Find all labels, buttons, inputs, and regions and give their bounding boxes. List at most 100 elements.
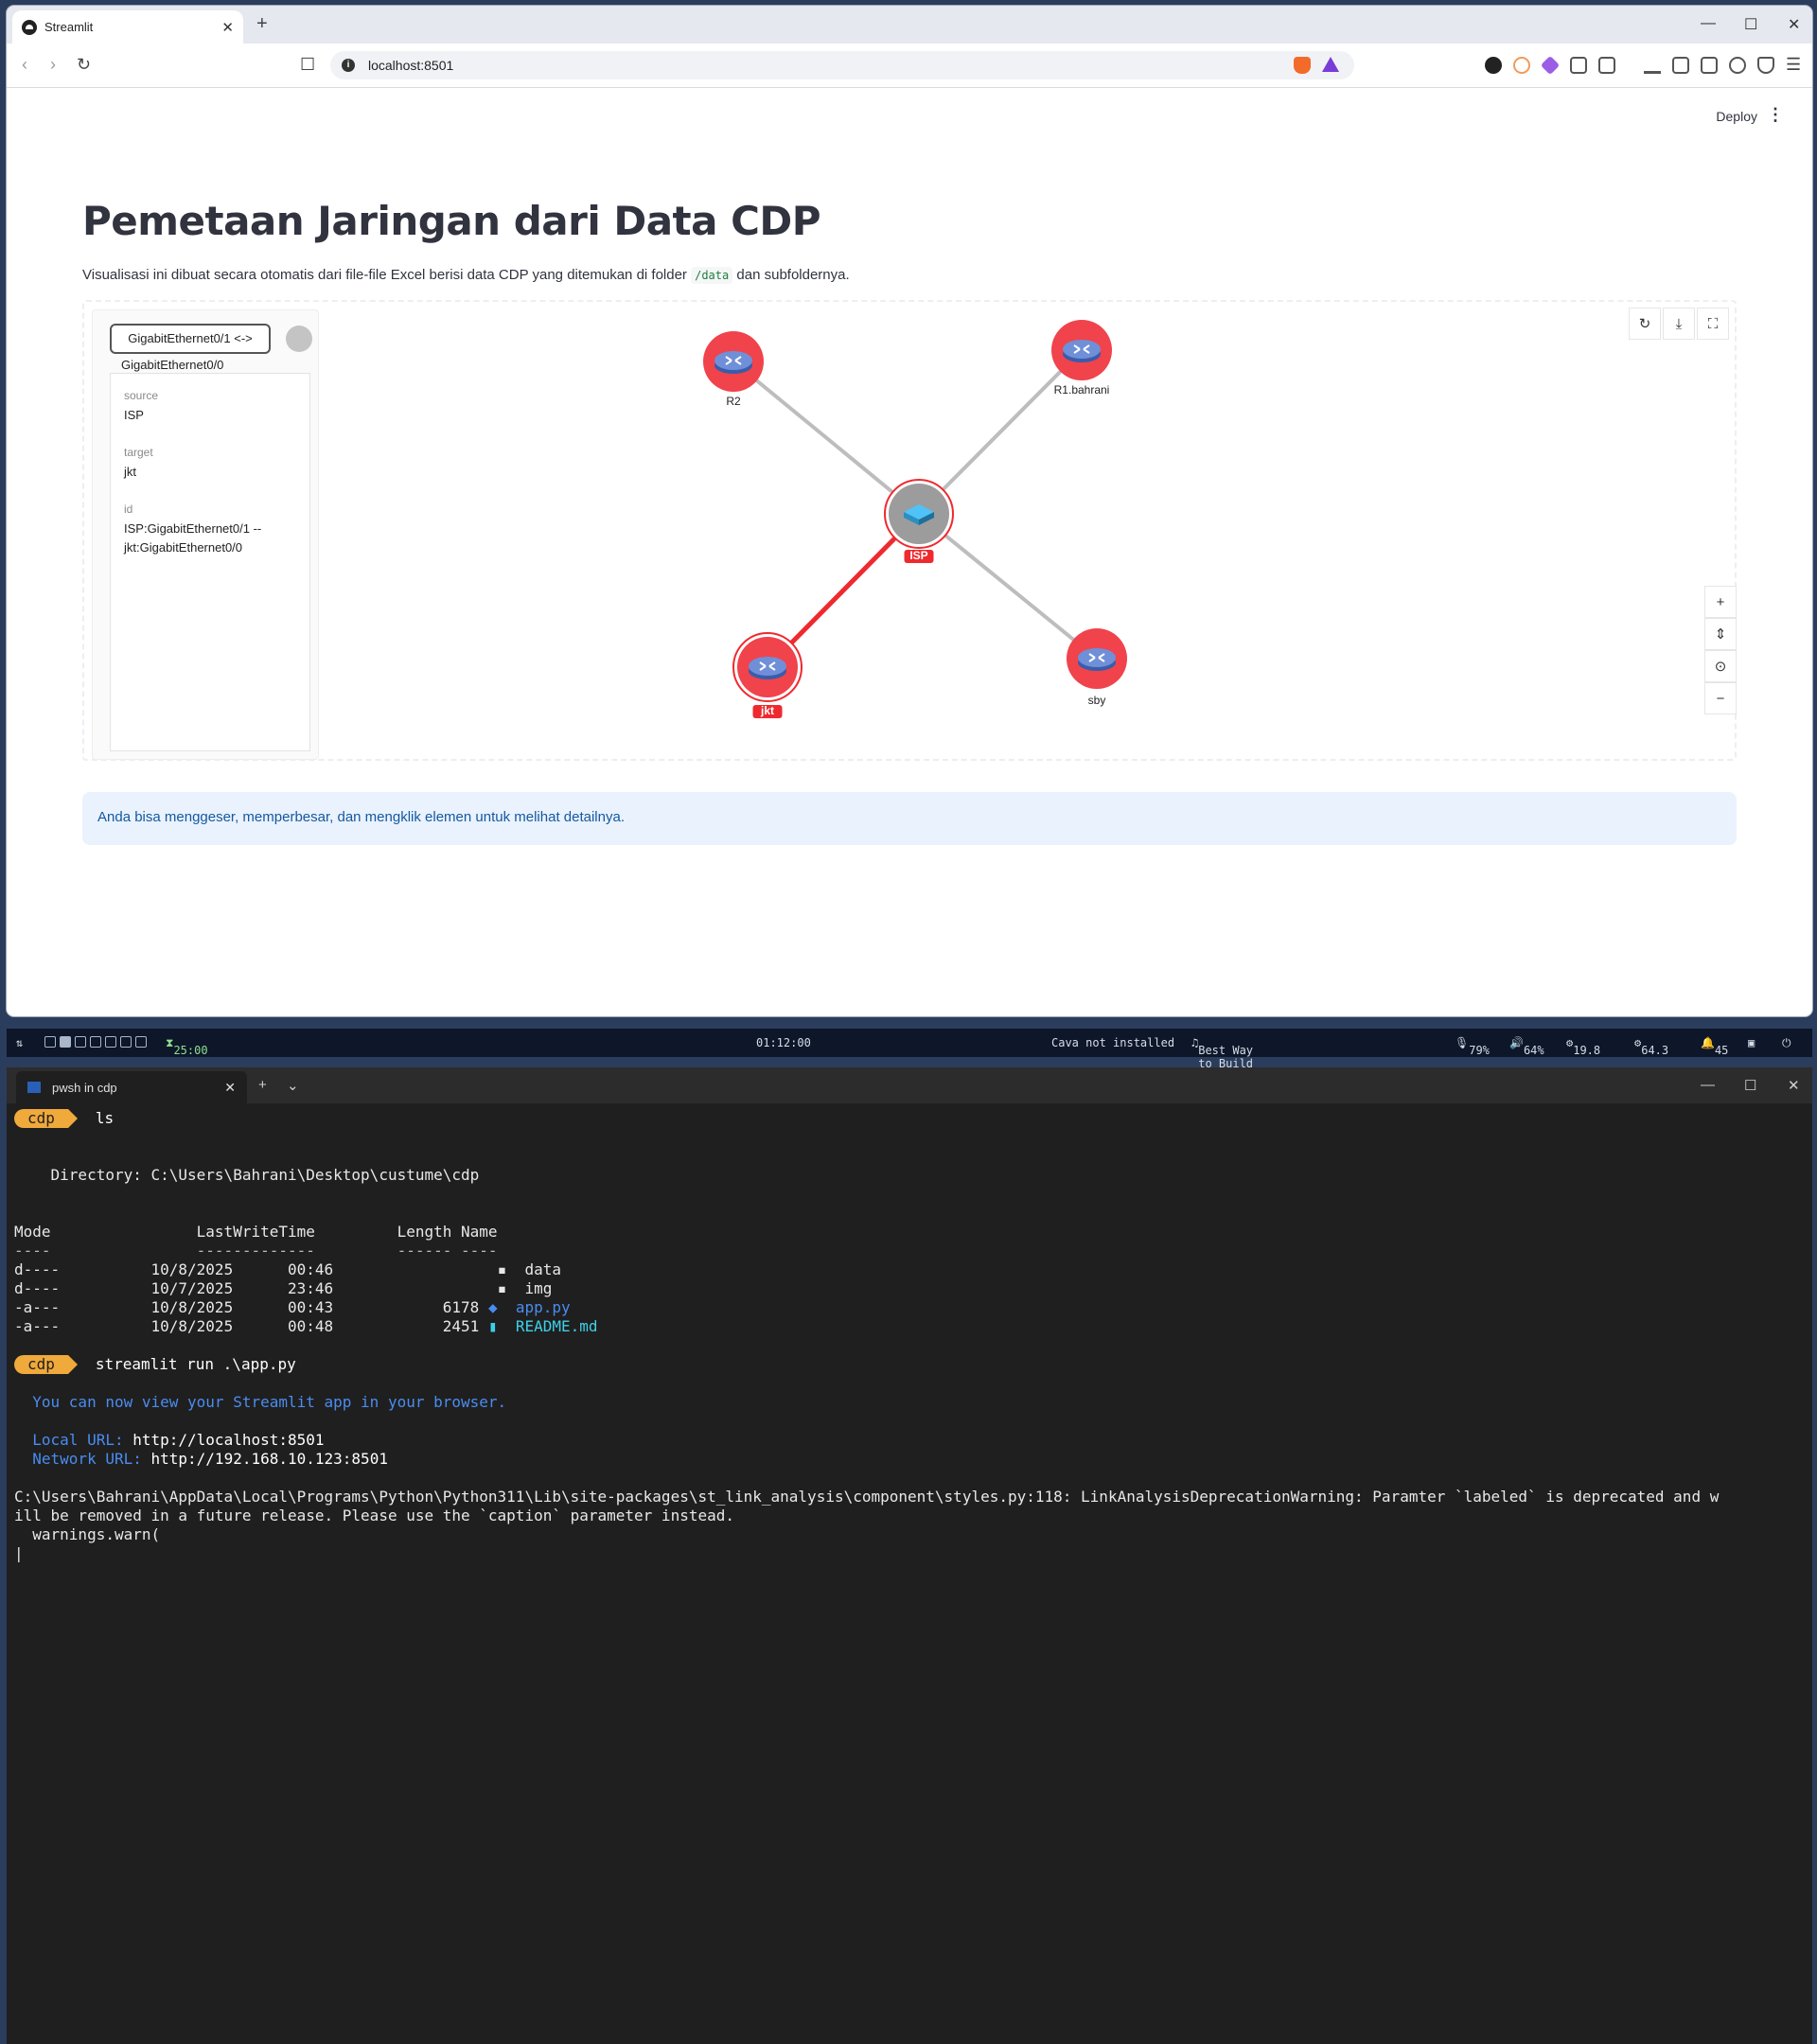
close-window-icon[interactable]: ✕	[1788, 15, 1800, 34]
download-icon[interactable]	[1644, 57, 1661, 74]
router-icon	[1063, 340, 1101, 359]
bookmark-icon[interactable]: ☐	[300, 55, 315, 75]
close-tab-icon[interactable]: ✕	[221, 19, 234, 36]
node-label: ISP	[909, 549, 927, 562]
reload-icon[interactable]: ↻	[77, 55, 91, 75]
brave-shield-icon[interactable]	[1294, 57, 1311, 74]
extension-icon[interactable]	[1598, 57, 1615, 74]
leo-ai-icon[interactable]	[1729, 57, 1746, 74]
local-url[interactable]: http://localhost:8501	[132, 1431, 324, 1449]
network-url-label: Network URL:	[14, 1450, 151, 1468]
extension-icon[interactable]	[1485, 57, 1502, 74]
maximize-icon[interactable]: ☐	[1744, 1077, 1756, 1094]
tab-dropdown-icon[interactable]: ⌄	[287, 1077, 299, 1094]
new-tab-button[interactable]: +	[256, 13, 268, 35]
layout-icon[interactable]: ⇅	[16, 1036, 23, 1049]
maximize-icon[interactable]: ☐	[1744, 15, 1757, 34]
browser-tabbar: Streamlit ✕ + — ☐ ✕	[7, 6, 1812, 44]
browser-tab[interactable]: Streamlit ✕	[12, 10, 243, 44]
forward-icon[interactable]: ›	[50, 55, 56, 75]
minimize-icon[interactable]: —	[1701, 15, 1716, 32]
minimize-icon[interactable]: —	[1701, 1077, 1715, 1093]
power-icon[interactable]: ⏻	[1782, 1036, 1791, 1050]
zoom-in-icon[interactable]: +	[1704, 586, 1737, 618]
menu-icon[interactable]: ☰	[1786, 55, 1801, 75]
close-tab-icon[interactable]: ✕	[224, 1080, 236, 1096]
selected-edge-chip-line2: GigabitEthernet0/0	[121, 358, 224, 372]
network-url[interactable]: http://192.168.10.123:8501	[151, 1450, 388, 1468]
main-menu-icon[interactable]: ⋮	[1767, 105, 1784, 125]
prompt-segment: cdp	[14, 1109, 78, 1128]
workspace-indicator[interactable]	[44, 1036, 56, 1048]
puzzle-icon[interactable]	[1570, 57, 1587, 74]
properties-list: source ISP target jkt id ISP:GigabitEthe…	[110, 373, 310, 751]
property-key: id	[124, 502, 133, 516]
router-icon	[1078, 648, 1116, 667]
command-text: streamlit run .\app.py	[95, 1355, 296, 1373]
volume-level[interactable]: 🔊 64%	[1509, 1036, 1544, 1057]
deploy-button[interactable]: Deploy	[1716, 109, 1757, 124]
screenshot-icon[interactable]: ▣	[1748, 1036, 1755, 1049]
page-description: Visualisasi ini dibuat secara otomatis d…	[82, 267, 850, 284]
directory-line: Directory: C:\Users\Bahrani\Desktop\cust…	[14, 1166, 480, 1184]
clock: 01:12:00	[756, 1036, 811, 1049]
new-tab-button[interactable]: +	[258, 1077, 267, 1093]
workspace-indicator[interactable]	[90, 1036, 101, 1048]
browser-tab-title: Streamlit	[44, 20, 94, 34]
wallet-icon[interactable]	[1701, 57, 1718, 74]
terminal-window: pwsh in cdp ✕ + ⌄ — ☐ ✕ cdp ls Directory…	[7, 1067, 1812, 2044]
workspace-indicator[interactable]	[60, 1036, 71, 1048]
address-bar[interactable]: i localhost:8501	[330, 51, 1354, 79]
notification-count[interactable]: 🔔 45	[1701, 1036, 1728, 1057]
extension-icon[interactable]	[1540, 55, 1561, 76]
cava-status: Cava not installed	[1051, 1036, 1175, 1049]
cpu-usage: ⚙ 19.8	[1566, 1036, 1601, 1057]
terminal-tab[interactable]: pwsh in cdp ✕	[16, 1071, 247, 1103]
system-status-bar: ⇅ ⧗ 25:00 01:12:00 Cava not installed ♫ …	[7, 1029, 1812, 1097]
property-key: source	[124, 389, 159, 402]
router-icon	[749, 657, 786, 676]
ls-row: d---- 10/8/2025 00:46 ▪ data	[14, 1260, 561, 1278]
refresh-layout-icon[interactable]: ↻	[1629, 308, 1661, 340]
extension-icon[interactable]	[1513, 57, 1530, 74]
python-file-icon: ◆	[487, 1298, 498, 1316]
router-icon	[714, 351, 752, 370]
property-value: ISP	[124, 408, 144, 422]
pomodoro-timer[interactable]: ⧗ 25:00	[166, 1036, 208, 1057]
link-analysis-graph[interactable]: R2 R1.bahrani ISP jkt sby GigabitEthernet0/1…	[82, 300, 1737, 761]
back-icon[interactable]: ‹	[22, 55, 27, 75]
node-label: jkt	[760, 704, 774, 717]
description-text-end: dan subfoldernya.	[736, 267, 850, 283]
vpn-icon[interactable]	[1757, 57, 1774, 74]
ls-row: -a--- 10/8/2025 00:48 2451 ▮ README.md	[14, 1317, 598, 1335]
streamlit-message: You can now view your Streamlit app in y…	[14, 1393, 507, 1411]
selected-edge-chip[interactable]: GigabitEthernet0/1 <->	[110, 324, 271, 354]
folder-icon: ▪	[497, 1260, 507, 1278]
mic-level[interactable]: 🎙 79%	[1455, 1036, 1490, 1057]
zoom-out-icon[interactable]: −	[1704, 682, 1737, 714]
graph-edge[interactable]	[732, 360, 921, 516]
fullscreen-icon[interactable]: ⛶	[1697, 308, 1729, 340]
terminal-output[interactable]: cdp ls Directory: C:\Users\Bahrani\Deskt…	[14, 1109, 1719, 1563]
description-code: /data	[691, 267, 733, 284]
brave-rewards-icon[interactable]	[1322, 57, 1339, 72]
sidebar-icon[interactable]	[1672, 57, 1689, 74]
node-label: sby	[1088, 694, 1106, 707]
workspace-indicator[interactable]	[135, 1036, 147, 1048]
workspace-indicator[interactable]	[75, 1036, 86, 1048]
terminal-tabbar: pwsh in cdp ✕ + ⌄ — ☐ ✕	[7, 1067, 1812, 1103]
center-view-icon[interactable]: ⊙	[1704, 650, 1737, 682]
local-url-label: Local URL:	[14, 1431, 133, 1449]
download-graph-icon[interactable]: ⤓	[1663, 308, 1695, 340]
workspace-indicator[interactable]	[105, 1036, 116, 1048]
close-window-icon[interactable]: ✕	[1788, 1077, 1800, 1094]
info-alert: Anda bisa menggeser, memperbesar, dan me…	[82, 792, 1737, 845]
graph-canvas[interactable]: R2 R1.bahrani ISP jkt sby	[84, 302, 1735, 759]
folder-icon: ▪	[497, 1279, 507, 1297]
ls-header: Mode LastWriteTime Length Name	[14, 1223, 498, 1241]
workspace-indicator[interactable]	[120, 1036, 132, 1048]
media-title[interactable]: ♫ Best Way to Build Network Analys...	[1191, 1036, 1260, 1097]
site-info-icon[interactable]: i	[342, 59, 355, 72]
fit-view-icon[interactable]: ⇕	[1704, 618, 1737, 650]
terminal-tab-title: pwsh in cdp	[52, 1080, 117, 1095]
